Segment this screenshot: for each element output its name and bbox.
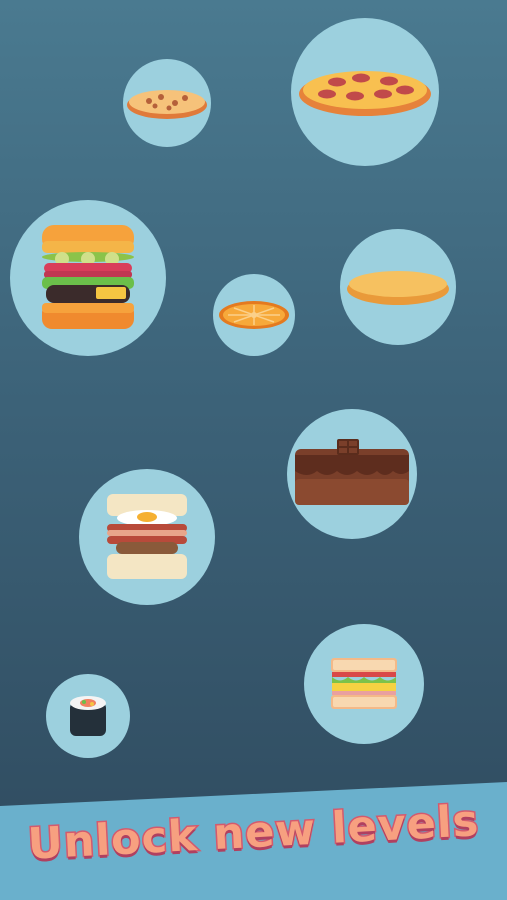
burger-icon <box>42 225 134 329</box>
orange-slice-icon <box>219 301 289 329</box>
level-bubble-burger[interactable] <box>10 200 166 356</box>
bacon-egg-sandwich-icon <box>107 494 187 579</box>
unlock-levels-title: Unlock new levels <box>25 795 482 872</box>
level-bubble-sushi-roll[interactable] <box>46 674 130 758</box>
level-bubble-club-sandwich[interactable] <box>304 624 424 744</box>
level-bubble-cookie-pizza[interactable] <box>123 59 211 147</box>
club-sandwich-icon <box>331 658 397 709</box>
chocolate-cake-icon <box>295 439 409 505</box>
pancake-icon <box>347 271 449 305</box>
level-bubble-chocolate-cake[interactable] <box>287 409 417 539</box>
cookie-pizza-icon <box>127 90 207 119</box>
level-bubble-orange-slice[interactable] <box>213 274 295 356</box>
level-bubble-pancake[interactable] <box>340 229 456 345</box>
level-bubble-pepperoni-pizza[interactable] <box>291 18 439 166</box>
pepperoni-pizza-icon <box>299 71 431 116</box>
sushi-roll-icon <box>70 696 106 736</box>
level-bubble-bacon-egg-sandwich[interactable] <box>79 469 215 605</box>
bottom-banner <box>0 782 507 900</box>
